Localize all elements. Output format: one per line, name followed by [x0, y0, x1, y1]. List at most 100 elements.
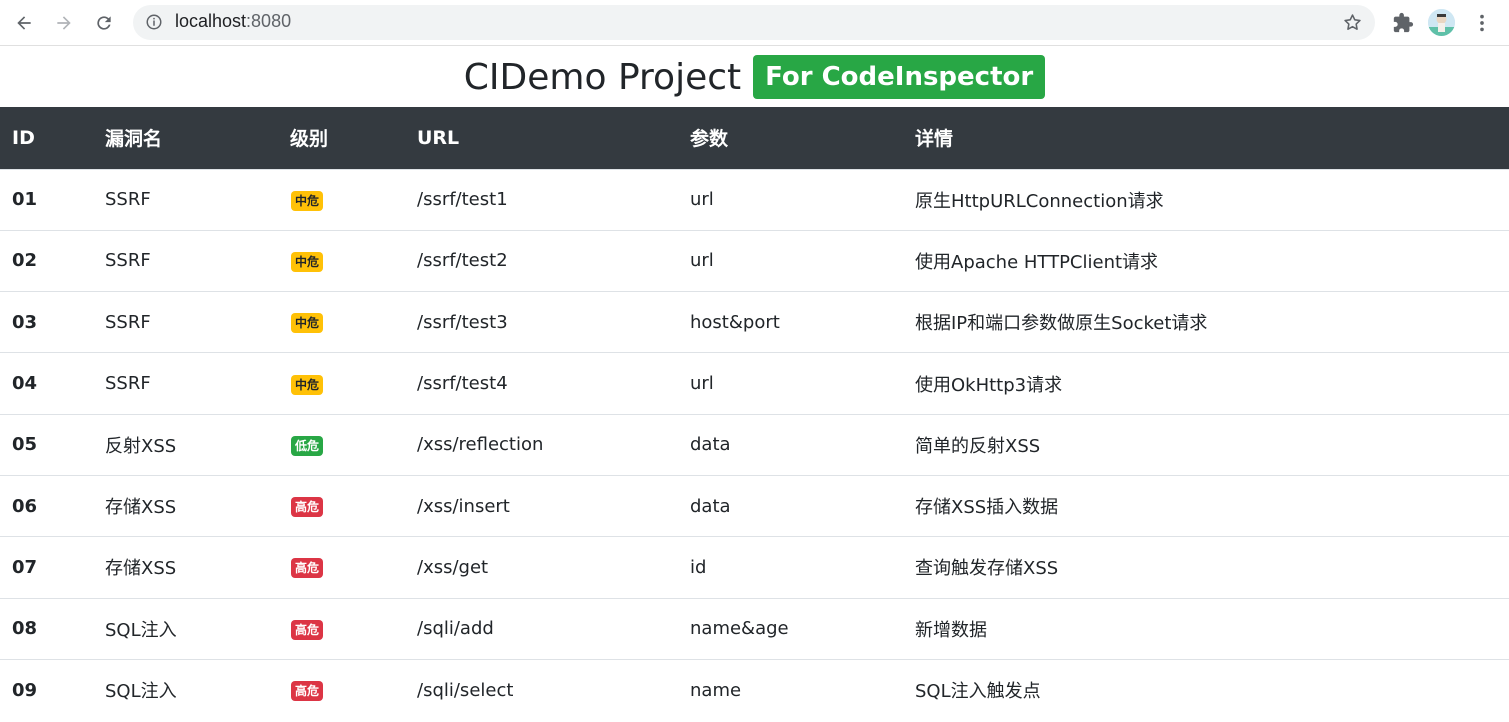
table-row: 06 存储XSS 高危/xss/insert data 存储XSS插入数据: [0, 474, 1509, 537]
cell-id: 02: [0, 229, 93, 292]
cell-vuln-name: 反射XSS: [93, 413, 278, 476]
cell-url: /ssrf/test4: [405, 352, 678, 415]
cell-level: 低危: [278, 413, 405, 476]
cell-level: 中危: [278, 291, 405, 353]
level-badge: 中危: [291, 313, 324, 334]
cell-url: /sqli/select: [405, 658, 678, 721]
browser-toolbar: localhost:8080: [0, 0, 1509, 46]
puzzle-icon: [1393, 12, 1414, 33]
cell-id: 06: [0, 474, 93, 537]
url-host: localhost: [175, 11, 247, 31]
cell-vuln-name: SSRF: [93, 168, 278, 231]
cell-detail: 简单的反射XSS: [903, 413, 1509, 476]
cell-level: 高危: [278, 474, 405, 537]
cell-vuln-name: SQL注入: [93, 597, 278, 660]
cell-url: /xss/get: [405, 536, 678, 599]
level-badge: 中危: [291, 190, 324, 211]
kebab-menu-icon: [1480, 14, 1484, 32]
level-badge: 高危: [291, 681, 324, 702]
table-body: 01 SSRF 中危/ssrf/test1 url 原生HttpURLConnectio…: [0, 168, 1509, 721]
level-badge: 高危: [291, 619, 324, 640]
table-row: 03 SSRF 中危/ssrf/test3 host&port 根据IP和端口参数做原生…: [0, 291, 1509, 353]
table-row: 02 SSRF 中危/ssrf/test2 url 使用Apache HTTPClien…: [0, 229, 1509, 292]
cell-vuln-name: SSRF: [93, 291, 278, 353]
title-badge: For CodeInspector: [753, 55, 1046, 99]
cell-detail: 使用OkHttp3请求: [903, 352, 1509, 415]
header-name: 漏洞名: [93, 107, 278, 169]
level-badge: 中危: [291, 374, 324, 395]
cell-url: /xss/reflection: [405, 413, 678, 476]
cell-detail: SQL注入触发点: [903, 658, 1509, 721]
cell-id: 03: [0, 291, 93, 353]
table-header: ID 漏洞名 级别 URL 参数 详情: [0, 107, 1509, 169]
cell-detail: 使用Apache HTTPClient请求: [903, 229, 1509, 292]
cell-vuln-name: SQL注入: [93, 658, 278, 721]
vulnerability-table: ID 漏洞名 级别 URL 参数 详情 01 SSRF 中危/ssrf/test1 u…: [0, 107, 1509, 721]
cell-detail: 原生HttpURLConnection请求: [903, 168, 1509, 231]
cell-id: 01: [0, 168, 93, 231]
cell-id: 08: [0, 597, 93, 660]
header-detail: 详情: [903, 107, 1509, 169]
cell-id: 07: [0, 536, 93, 599]
cell-level: 高危: [278, 658, 405, 721]
cell-url: /ssrf/test1: [405, 168, 678, 231]
table-row: 04 SSRF 中危/ssrf/test4 url 使用OkHttp3请求: [0, 352, 1509, 415]
cell-level: 高危: [278, 597, 405, 660]
cell-url: /xss/insert: [405, 474, 678, 537]
star-icon[interactable]: [1342, 12, 1363, 33]
extensions-button[interactable]: [1390, 10, 1416, 36]
cell-param: url: [678, 168, 903, 231]
table-row: 09 SQL注入 高危/sqli/select name SQL注入触发点: [0, 658, 1509, 721]
cell-detail: 根据IP和端口参数做原生Socket请求: [903, 291, 1509, 353]
cell-level: 中危: [278, 168, 405, 231]
page-title: CIDemo Project: [463, 56, 742, 98]
table-row: 01 SSRF 中危/ssrf/test1 url 原生HttpURLConnectio…: [0, 168, 1509, 231]
cell-id: 05: [0, 413, 93, 476]
cell-url: /ssrf/test2: [405, 229, 678, 292]
header-url: URL: [405, 107, 678, 169]
cell-param: data: [678, 474, 903, 537]
forward-button[interactable]: [51, 10, 77, 36]
cell-param: data: [678, 413, 903, 476]
info-icon[interactable]: [145, 13, 163, 31]
header-level: 级别: [278, 107, 405, 169]
cell-id: 09: [0, 658, 93, 721]
cell-vuln-name: SSRF: [93, 352, 278, 415]
browser-menu-button[interactable]: [1470, 10, 1494, 36]
cell-vuln-name: 存储XSS: [93, 474, 278, 537]
forward-arrow-icon: [57, 16, 71, 30]
url-port: :8080: [246, 11, 292, 31]
address-bar[interactable]: localhost:8080: [133, 5, 1375, 40]
cell-id: 04: [0, 352, 93, 415]
avatar-icon: [1428, 9, 1455, 36]
cell-detail: 查询触发存储XSS: [903, 536, 1509, 599]
profile-avatar[interactable]: [1428, 9, 1455, 36]
back-button[interactable]: [11, 10, 37, 36]
reload-icon: [97, 16, 111, 30]
header-param: 参数: [678, 107, 903, 169]
cell-param: name&age: [678, 597, 903, 660]
cell-detail: 新增数据: [903, 597, 1509, 660]
page-heading: CIDemo Project For CodeInspector: [0, 47, 1509, 107]
level-badge: 高危: [291, 497, 324, 518]
table-row: 07 存储XSS 高危/xss/get id 查询触发存储XSS: [0, 536, 1509, 599]
cell-detail: 存储XSS插入数据: [903, 474, 1509, 537]
cell-url: /sqli/add: [405, 597, 678, 660]
level-badge: 低危: [291, 435, 324, 456]
cell-vuln-name: 存储XSS: [93, 536, 278, 599]
back-arrow-icon: [17, 16, 31, 30]
reload-button[interactable]: [91, 10, 117, 36]
cell-param: url: [678, 352, 903, 415]
cell-level: 中危: [278, 229, 405, 292]
cell-level: 高危: [278, 536, 405, 599]
cell-level: 中危: [278, 352, 405, 415]
cell-param: host&port: [678, 291, 903, 353]
cell-param: name: [678, 658, 903, 721]
url-text: localhost:8080: [175, 11, 291, 32]
header-id: ID: [0, 107, 93, 169]
cell-vuln-name: SSRF: [93, 229, 278, 292]
level-badge: 中危: [291, 251, 324, 272]
cell-param: url: [678, 229, 903, 292]
cell-url: /ssrf/test3: [405, 291, 678, 353]
table-row: 08 SQL注入 高危/sqli/add name&age 新增数据: [0, 597, 1509, 660]
